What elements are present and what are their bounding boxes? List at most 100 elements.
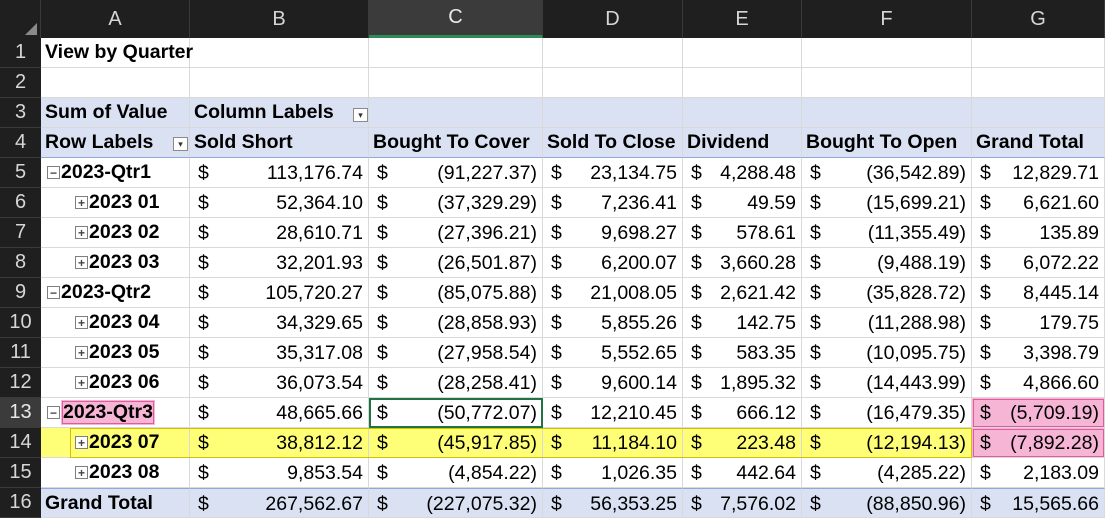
value-cell[interactable]: $ (15,699.21): [802, 188, 972, 218]
cell-empty[interactable]: [802, 98, 972, 128]
quarter-row-label[interactable]: −2023-Qtr1: [41, 158, 190, 188]
value-cell[interactable]: $ (27,958.54): [369, 338, 543, 368]
value-cell[interactable]: $6,621.60: [972, 188, 1105, 218]
value-cell[interactable]: $6,200.07: [543, 248, 683, 278]
value-cell[interactable]: $3,398.79: [972, 338, 1105, 368]
filter-dropdown-icon[interactable]: ▾: [353, 108, 368, 122]
row-header-8[interactable]: 8: [0, 248, 41, 278]
expand-plus-icon[interactable]: +: [75, 316, 88, 329]
value-cell[interactable]: $ (85,075.88): [369, 278, 543, 308]
value-cell[interactable]: $9,600.14: [543, 368, 683, 398]
value-cell[interactable]: $ (11,288.98): [802, 308, 972, 338]
row-header-5[interactable]: 5: [0, 158, 41, 188]
value-cell[interactable]: $15,565.66: [972, 488, 1105, 518]
cell-empty[interactable]: [972, 98, 1105, 128]
cell-empty[interactable]: [683, 38, 802, 68]
value-cell[interactable]: $12,210.45: [543, 398, 683, 428]
month-row-label[interactable]: +2023 05: [41, 338, 190, 368]
cell-empty[interactable]: [683, 98, 802, 128]
collapse-minus-icon[interactable]: −: [47, 286, 60, 299]
value-cell[interactable]: $666.12: [683, 398, 802, 428]
expand-plus-icon[interactable]: +: [75, 376, 88, 389]
value-cell[interactable]: $32,201.93: [190, 248, 369, 278]
column-header-d[interactable]: D: [543, 0, 683, 38]
value-cell[interactable]: $9,698.27: [543, 218, 683, 248]
expand-plus-icon[interactable]: +: [75, 436, 88, 449]
value-cell[interactable]: $12,829.71: [972, 158, 1105, 188]
value-cell[interactable]: $223.48: [683, 428, 802, 458]
cell-empty[interactable]: [683, 68, 802, 98]
cell-empty[interactable]: [543, 98, 683, 128]
cell-empty[interactable]: [972, 38, 1105, 68]
value-cell[interactable]: $142.75: [683, 308, 802, 338]
column-heading-grand-total[interactable]: Grand Total: [972, 128, 1105, 158]
month-row-label[interactable]: +2023 02: [41, 218, 190, 248]
value-cell[interactable]: $56,353.25: [543, 488, 683, 518]
cell-a1[interactable]: View by Quarter: [41, 38, 193, 68]
value-cell[interactable]: $442.64: [683, 458, 802, 488]
expand-plus-icon[interactable]: +: [75, 466, 88, 479]
row-header-7[interactable]: 7: [0, 218, 41, 248]
value-cell[interactable]: $ (5,709.19): [972, 398, 1105, 428]
value-cell[interactable]: $ (26,501.87): [369, 248, 543, 278]
value-cell[interactable]: $49.59: [683, 188, 802, 218]
month-row-label[interactable]: +2023 08: [41, 458, 190, 488]
value-cell[interactable]: $ (4,854.22): [369, 458, 543, 488]
value-cell[interactable]: $ (28,258.41): [369, 368, 543, 398]
quarter-row-label[interactable]: −2023-Qtr3: [41, 398, 190, 428]
value-cell[interactable]: $34,329.65: [190, 308, 369, 338]
value-cell[interactable]: $21,008.05: [543, 278, 683, 308]
cell-empty[interactable]: [190, 68, 369, 98]
month-row-label[interactable]: +2023 07: [41, 428, 190, 458]
row-header-2[interactable]: 2: [0, 68, 41, 98]
column-header-f[interactable]: F: [802, 0, 972, 38]
value-cell[interactable]: $52,364.10: [190, 188, 369, 218]
cell-empty[interactable]: [543, 38, 683, 68]
value-cell[interactable]: $ (10,095.75): [802, 338, 972, 368]
column-header-a[interactable]: A: [41, 0, 190, 38]
column-heading-bought-to-open[interactable]: Bought To Open: [802, 128, 972, 158]
cell-empty[interactable]: [41, 68, 190, 98]
value-cell[interactable]: $ (91,227.37): [369, 158, 543, 188]
value-cell[interactable]: $1,895.32: [683, 368, 802, 398]
value-cell[interactable]: $5,552.65: [543, 338, 683, 368]
cell-empty[interactable]: [972, 68, 1105, 98]
value-cell[interactable]: $267,562.67: [190, 488, 369, 518]
column-heading-bought-to-cover[interactable]: Bought To Cover: [369, 128, 543, 158]
value-cell[interactable]: $113,176.74: [190, 158, 369, 188]
expand-plus-icon[interactable]: +: [75, 196, 88, 209]
filter-dropdown-icon[interactable]: ▾: [173, 137, 188, 151]
value-cell[interactable]: $ (27,396.21): [369, 218, 543, 248]
value-cell[interactable]: $4,288.48: [683, 158, 802, 188]
month-row-label[interactable]: +2023 06: [41, 368, 190, 398]
row-header-3[interactable]: 3: [0, 98, 41, 128]
value-cell[interactable]: $578.61: [683, 218, 802, 248]
value-cell[interactable]: $38,812.12: [190, 428, 369, 458]
grand-total-label[interactable]: Grand Total: [41, 488, 190, 518]
cell-empty[interactable]: [190, 38, 369, 68]
row-header-15[interactable]: 15: [0, 458, 41, 488]
column-header-g[interactable]: G: [972, 0, 1105, 38]
value-cell[interactable]: $4,866.60: [972, 368, 1105, 398]
row-header-12[interactable]: 12: [0, 368, 41, 398]
cell-empty[interactable]: [543, 68, 683, 98]
cell-empty[interactable]: [369, 68, 543, 98]
value-cell[interactable]: $1,026.35: [543, 458, 683, 488]
value-cell[interactable]: $35,317.08: [190, 338, 369, 368]
column-heading-sold-short[interactable]: Sold Short: [190, 128, 369, 158]
value-cell[interactable]: $7,236.41: [543, 188, 683, 218]
value-cell[interactable]: $36,073.54: [190, 368, 369, 398]
row-header-16[interactable]: 16: [0, 488, 41, 518]
month-row-label[interactable]: +2023 03: [41, 248, 190, 278]
value-cell[interactable]: $5,855.26: [543, 308, 683, 338]
quarter-row-label[interactable]: −2023-Qtr2: [41, 278, 190, 308]
value-cell[interactable]: $28,610.71: [190, 218, 369, 248]
value-cell[interactable]: $ (35,828.72): [802, 278, 972, 308]
collapse-minus-icon[interactable]: −: [47, 166, 60, 179]
column-header-c[interactable]: C: [369, 0, 543, 38]
value-cell[interactable]: $2,183.09: [972, 458, 1105, 488]
cell-empty[interactable]: [369, 38, 543, 68]
value-cell[interactable]: $2,621.42: [683, 278, 802, 308]
row-header-10[interactable]: 10: [0, 308, 41, 338]
cell-empty[interactable]: [369, 98, 543, 128]
